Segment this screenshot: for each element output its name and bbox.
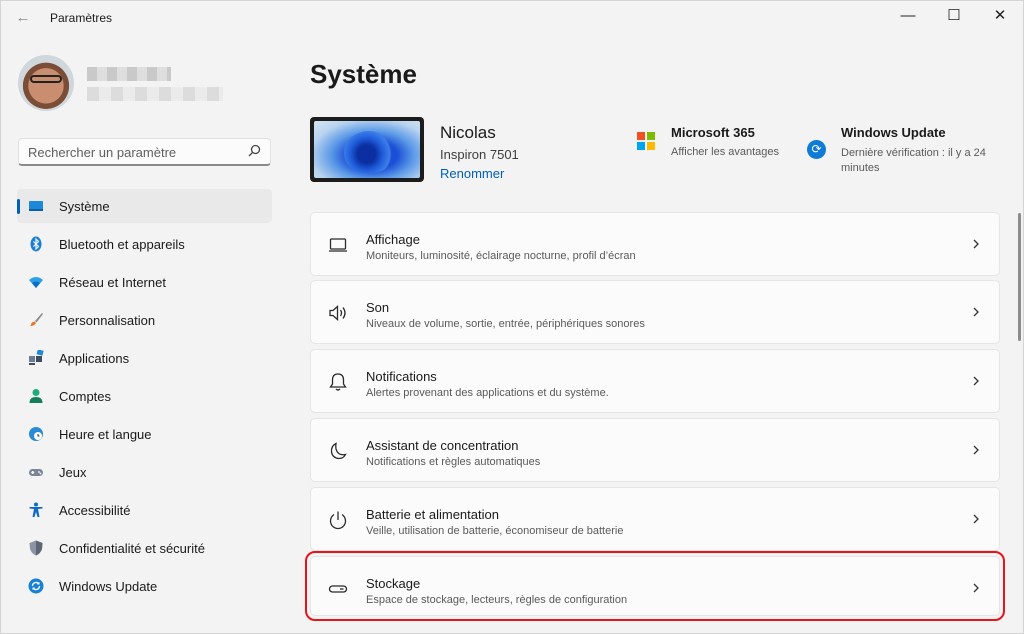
sidebar-item-label: Système [59,199,110,214]
setting-subtitle: Espace de stockage, lecteurs, règles de … [366,594,628,606]
setting-subtitle: Alertes provenant des applications et du… [366,387,609,399]
windows-update-title[interactable]: Windows Update [841,125,946,140]
sidebar-item-confidentialite[interactable]: Confidentialité et sécurité [17,531,272,565]
drive-icon [328,585,348,593]
avatar-glasses [30,75,62,83]
sidebar-item-bluetooth[interactable]: Bluetooth et appareils [17,227,272,261]
person-icon [29,389,43,403]
account-email-blurred [87,87,223,101]
setting-title: Stockage [366,576,421,591]
sidebar-item-comptes[interactable]: Comptes [17,379,272,413]
title-bar: ← Paramètres — ☐ ✕ [1,1,1023,33]
sidebar-item-label: Bluetooth et appareils [59,237,185,252]
active-indicator [17,199,20,214]
app-title: Paramètres [50,11,113,25]
device-image [310,117,424,182]
sidebar-item-windows-update[interactable]: Windows Update [17,569,272,603]
apps-icon [29,350,44,365]
rename-link[interactable]: Renommer [440,166,504,181]
device-model: Inspiron 7501 [440,147,519,162]
wifi-icon [29,277,43,288]
brush-icon [30,313,43,326]
sidebar-nav: Système Bluetooth et appareils Réseau et… [17,189,272,607]
setting-subtitle: Moniteurs, luminosité, éclairage nocturn… [366,250,636,262]
sidebar-item-systeme[interactable]: Système [17,189,272,223]
chevron-right-icon [973,239,979,249]
chevron-right-icon [973,514,979,524]
setting-stockage[interactable]: Stockage Espace de stockage, lecteurs, r… [305,551,1005,621]
setting-affichage[interactable]: Affichage Moniteurs, luminosité, éclaira… [310,212,1000,276]
setting-title: Notifications [366,369,437,384]
sidebar-item-label: Personnalisation [59,313,156,328]
sidebar-item-label: Jeux [59,465,87,480]
arrow-left-icon[interactable]: ← [11,9,35,27]
sidebar-item-label: Accessibilité [59,503,131,518]
scrollbar[interactable] [1018,213,1021,341]
logo-square-green [647,132,655,140]
device-name: Nicolas [440,123,496,142]
gamepad-icon [29,469,43,476]
page-title: Système [310,59,417,89]
setting-title: Batterie et alimentation [366,507,499,522]
setting-batterie-alimentation[interactable]: Batterie et alimentation Veille, utilisa… [310,487,1000,551]
sidebar-item-label: Heure et langue [59,427,152,442]
shield-icon [29,540,43,556]
bell-icon [329,373,347,391]
display-icon [329,238,347,252]
setting-title: Assistant de concentration [366,438,519,453]
globe-clock-icon [29,427,43,441]
setting-title: Son [366,300,390,315]
chevron-right-icon [973,583,979,593]
monitor-icon [29,201,43,211]
update-icon [28,578,44,594]
update-icon[interactable]: ⟳ [807,140,826,159]
account-name-blurred [87,67,171,81]
setting-assistant-concentration[interactable]: Assistant de concentration Notifications… [310,418,1000,482]
chevron-right-icon [973,376,979,386]
sidebar-item-applications[interactable]: Applications [17,341,272,375]
sidebar-item-heure-langue[interactable]: Heure et langue [17,417,272,451]
wallpaper-bloom [344,131,394,173]
sidebar-item-label: Confidentialité et sécurité [59,541,205,556]
search-input[interactable]: Rechercher un paramètre [28,145,176,160]
moon-icon [330,442,347,460]
bluetooth-icon [30,236,42,252]
microsoft365-subtitle[interactable]: Afficher les avantages [671,146,779,158]
setting-subtitle: Veille, utilisation de batterie, économi… [366,525,624,537]
speaker-icon [329,305,346,321]
setting-son[interactable]: Son Niveaux de volume, sortie, entrée, p… [310,280,1000,344]
settings-window: ← Paramètres — ☐ ✕ Rechercher un paramèt… [0,0,1024,634]
windows-update-subtitle[interactable]: Dernière vérification : il y a 24 minute… [841,146,1011,176]
microsoft365-title[interactable]: Microsoft 365 [671,125,755,140]
chevron-right-icon [973,307,979,317]
chevron-right-icon [973,445,979,455]
maximize-icon[interactable]: ☐ [931,1,977,33]
sidebar-item-label: Applications [59,351,130,366]
minimize-icon[interactable]: — [885,1,931,33]
accessibility-icon [29,502,43,517]
power-icon [329,511,347,530]
setting-subtitle: Notifications et règles automatiques [366,456,541,468]
sidebar-item-label: Comptes [59,389,112,404]
microsoft-logo-icon[interactable] [637,132,655,150]
setting-title: Affichage [366,232,420,247]
sidebar-item-accessibilite[interactable]: Accessibilité [17,493,272,527]
search-box[interactable]: Rechercher un paramètre [18,138,271,166]
search-icon[interactable] [248,144,261,160]
setting-notifications[interactable]: Notifications Alertes provenant des appl… [310,349,1000,413]
setting-subtitle: Niveaux de volume, sortie, entrée, périp… [366,318,645,330]
close-icon[interactable]: ✕ [977,1,1023,33]
logo-square-blue [637,142,645,150]
sidebar-item-label: Réseau et Internet [59,275,166,290]
device-wallpaper [314,121,420,178]
sidebar-item-reseau[interactable]: Réseau et Internet [17,265,272,299]
sidebar-item-jeux[interactable]: Jeux [17,455,272,489]
logo-square-red [637,132,645,140]
sidebar-item-label: Windows Update [59,579,158,594]
avatar[interactable] [18,55,74,111]
logo-square-yellow [647,142,655,150]
sidebar-item-personnalisation[interactable]: Personnalisation [17,303,272,337]
